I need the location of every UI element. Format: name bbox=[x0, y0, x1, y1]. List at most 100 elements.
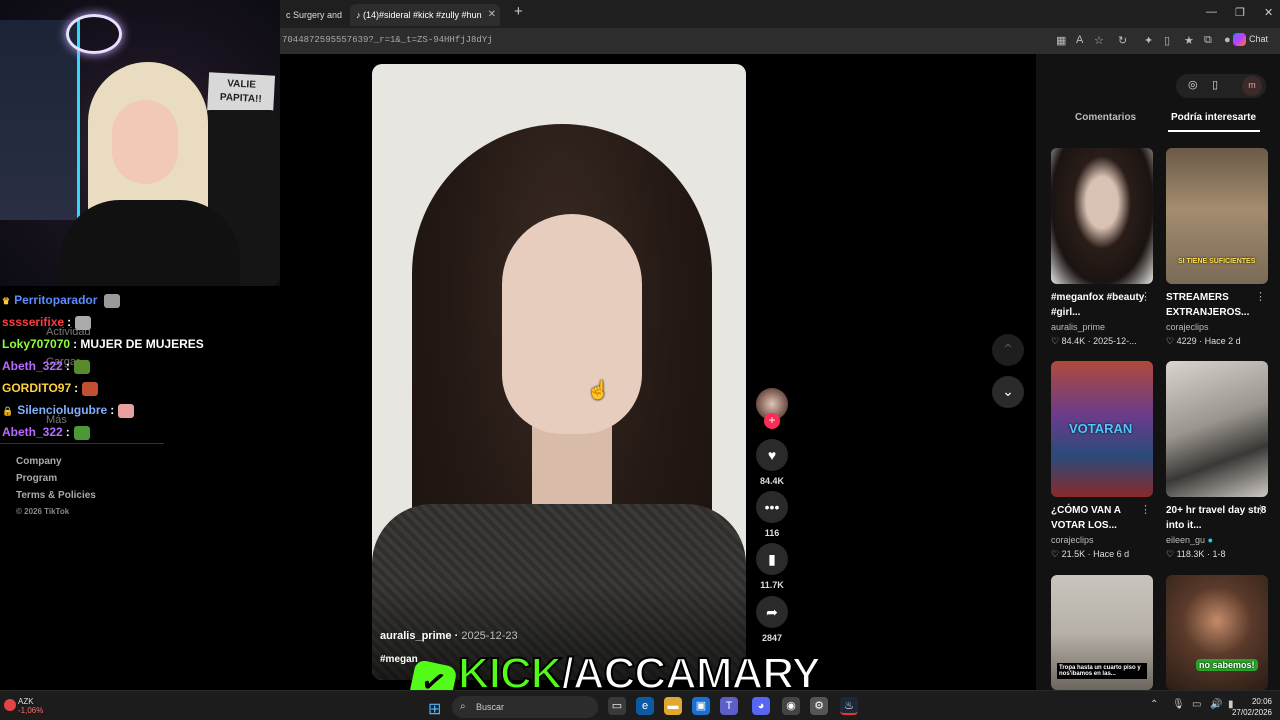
chat-username[interactable]: sssserifixe bbox=[2, 315, 64, 329]
card-author[interactable]: auralis_prime bbox=[1051, 322, 1153, 332]
more-options-icon[interactable]: ⋮ bbox=[1140, 503, 1151, 516]
author-name[interactable]: auralis_prime bbox=[380, 630, 452, 642]
chat-username[interactable]: GORDITO97 bbox=[2, 381, 71, 395]
system-clock[interactable]: 20:06 27/02/2026 bbox=[1232, 696, 1272, 718]
video-thumbnail[interactable] bbox=[1166, 361, 1268, 497]
card-title[interactable]: STREAMERS EXTRANJEROS... bbox=[1166, 290, 1268, 320]
card-title[interactable]: ¿CÓMO VAN A VOTAR LOS... bbox=[1051, 503, 1153, 533]
new-tab-button[interactable]: + bbox=[514, 3, 523, 20]
taskbar-search[interactable]: ⌕ Buscar bbox=[452, 696, 598, 718]
video-thumbnail[interactable]: VOTARAN bbox=[1051, 361, 1153, 497]
obs-icon[interactable]: ◉ bbox=[782, 697, 800, 715]
translate-icon[interactable]: A bbox=[1076, 34, 1083, 46]
video-player[interactable]: auralis_prime · 2025-12-23 #megan ☝ bbox=[372, 64, 746, 680]
chat-text: : bbox=[110, 403, 115, 417]
tab-you-may-like[interactable]: Podría interesarte bbox=[1171, 112, 1256, 123]
recommended-video-card[interactable]: no sabemos! bbox=[1166, 575, 1268, 690]
refresh-icon[interactable]: ↻ bbox=[1118, 34, 1127, 47]
volume-icon[interactable]: 🔊 bbox=[1210, 699, 1222, 710]
chat-username[interactable]: Abeth_322 bbox=[2, 359, 63, 373]
grid-icon[interactable]: ▦ bbox=[1056, 34, 1066, 47]
like-count: 84.4K bbox=[759, 476, 785, 486]
recommended-video-card[interactable]: SI TIENE SUFICIENTES STREAMERS EXTRANJER… bbox=[1166, 148, 1268, 347]
microphone-icon[interactable]: 🎙 bbox=[1172, 699, 1185, 710]
footer-link-company[interactable]: Company bbox=[16, 456, 96, 467]
network-icon[interactable]: ▭ bbox=[1192, 699, 1201, 710]
compass-icon[interactable]: ◎ bbox=[1188, 78, 1198, 91]
card-author[interactable]: corajeclips bbox=[1166, 322, 1268, 332]
footer-link-terms[interactable]: Terms & Policies bbox=[16, 490, 96, 501]
profile-avatar[interactable]: ● bbox=[1224, 34, 1231, 46]
file-explorer-icon[interactable]: ▬ bbox=[664, 697, 682, 715]
recommended-video-card[interactable]: 20+ hr travel day str8 into it... ⋮ eile… bbox=[1166, 361, 1268, 560]
chat-username[interactable]: Silenciolugubre bbox=[17, 403, 107, 417]
minimize-icon[interactable]: — bbox=[1206, 6, 1217, 18]
more-options-icon[interactable]: ⋮ bbox=[1255, 290, 1266, 303]
chat-username[interactable]: Loky707070 bbox=[2, 337, 70, 351]
card-author[interactable]: eileen_gu ● bbox=[1166, 535, 1268, 545]
video-thumbnail[interactable]: no sabemos! bbox=[1166, 575, 1268, 690]
phone-icon[interactable]: ▯ bbox=[1212, 78, 1218, 91]
thumbnail-caption: VOTARAN bbox=[1069, 421, 1133, 436]
hand-cursor-icon: ☝ bbox=[587, 380, 610, 400]
teams-icon[interactable]: T bbox=[720, 697, 738, 715]
steam-icon[interactable]: ♨ bbox=[840, 697, 858, 715]
user-avatar[interactable]: m bbox=[1242, 76, 1262, 96]
video-thumbnail[interactable]: SI TIENE SUFICIENTES bbox=[1166, 148, 1268, 284]
task-view-icon[interactable]: ▭ bbox=[608, 697, 626, 715]
recommended-video-card[interactable]: #meganfox #beauty #girl... ⋮ auralis_pri… bbox=[1051, 148, 1153, 347]
card-stats: ♡ 21.5K · Hace 6 d bbox=[1051, 549, 1130, 559]
footer-copyright: © 2026 TikTok bbox=[16, 507, 70, 516]
stock-widget[interactable]: AZK -1,06% bbox=[4, 697, 43, 715]
edge-browser-icon[interactable]: e bbox=[636, 697, 654, 715]
chat-emote bbox=[75, 315, 92, 330]
streamer-face bbox=[112, 100, 178, 184]
tray-chevron-up-icon[interactable]: ⌃ bbox=[1150, 699, 1158, 710]
more-options-icon[interactable]: ⋮ bbox=[1255, 503, 1266, 516]
video-thumbnail[interactable]: Tropa hasta un cuarto piso y nos'ibamos … bbox=[1051, 575, 1153, 690]
favorite-star-icon[interactable]: ☆ bbox=[1094, 34, 1104, 47]
share-action[interactable]: ➦ 2847 bbox=[756, 596, 788, 643]
like-action[interactable]: ♥ 84.4K bbox=[756, 439, 788, 486]
chat-text: : bbox=[65, 359, 70, 373]
bookmark-icon[interactable]: ▮ bbox=[756, 543, 788, 575]
copilot-chat-button[interactable]: Chat bbox=[1232, 33, 1268, 46]
video-author[interactable]: auralis_prime · 2025-12-23 bbox=[380, 630, 518, 642]
favorites-icon[interactable]: ★ bbox=[1184, 34, 1194, 47]
url-text[interactable]: 7044872595557639?_r=1&_t=ZS-94HHfjJ8dYj bbox=[282, 35, 493, 45]
share-icon[interactable]: ➦ bbox=[756, 596, 788, 628]
close-window-icon[interactable]: ✕ bbox=[1264, 6, 1273, 19]
comment-icon[interactable]: ••• bbox=[756, 491, 788, 523]
tab-comments[interactable]: Comentarios bbox=[1075, 112, 1136, 123]
card-author[interactable]: corajeclips bbox=[1051, 535, 1153, 545]
chat-username[interactable]: Abeth_322 bbox=[2, 425, 63, 439]
side-panel: ◎ ▯ m Comentarios Podría interesarte #me… bbox=[1036, 54, 1280, 690]
more-options-icon[interactable]: ⋮ bbox=[1140, 290, 1151, 303]
save-action[interactable]: ▮ 11.7K bbox=[756, 543, 788, 590]
store-icon[interactable]: ▣ bbox=[692, 697, 710, 715]
footer-link-program[interactable]: Program bbox=[16, 473, 96, 484]
browser-tab-active[interactable]: ♪ (14)#sideral #kick #zully #hun ✕ bbox=[350, 4, 500, 26]
heart-icon[interactable]: ♥ bbox=[756, 439, 788, 471]
windows-taskbar: AZK -1,06% ⊞ ⌕ Buscar ▭ e ▬ ▣ T ◕ ◉ ⚙ ♨ ⌃… bbox=[0, 690, 1280, 720]
follow-plus-icon[interactable]: + bbox=[764, 413, 780, 429]
recommended-video-card[interactable]: VOTARAN ¿CÓMO VAN A VOTAR LOS... ⋮ coraj… bbox=[1051, 361, 1153, 560]
windows-start-icon[interactable]: ⊞ bbox=[428, 699, 441, 719]
browser-tab[interactable]: c Surgery and bbox=[280, 4, 348, 26]
next-video-chevron-down-icon[interactable]: ⌄ bbox=[992, 376, 1024, 408]
previous-video-chevron-up-icon[interactable]: ⌃ bbox=[992, 334, 1024, 366]
card-title[interactable]: #meganfox #beauty #girl... bbox=[1051, 290, 1153, 320]
card-author-name[interactable]: eileen_gu bbox=[1166, 535, 1205, 545]
video-thumbnail[interactable] bbox=[1051, 148, 1153, 284]
split-screen-icon[interactable]: ▯ bbox=[1164, 34, 1170, 47]
recommended-video-card[interactable]: Tropa hasta un cuarto piso y nos'ibamos … bbox=[1051, 575, 1153, 690]
comment-action[interactable]: ••• 116 bbox=[756, 491, 788, 538]
card-title[interactable]: 20+ hr travel day str8 into it... bbox=[1166, 503, 1268, 533]
maximize-icon[interactable]: ❐ bbox=[1235, 6, 1245, 19]
extension-icon[interactable]: ✦ bbox=[1144, 34, 1153, 47]
settings-gear-icon[interactable]: ⚙ bbox=[810, 697, 828, 715]
collections-icon[interactable]: ⧉ bbox=[1204, 34, 1212, 47]
close-icon[interactable]: ✕ bbox=[488, 4, 496, 26]
discord-icon[interactable]: ◕ bbox=[752, 697, 770, 715]
chat-username[interactable]: Perritoparador bbox=[14, 293, 97, 307]
